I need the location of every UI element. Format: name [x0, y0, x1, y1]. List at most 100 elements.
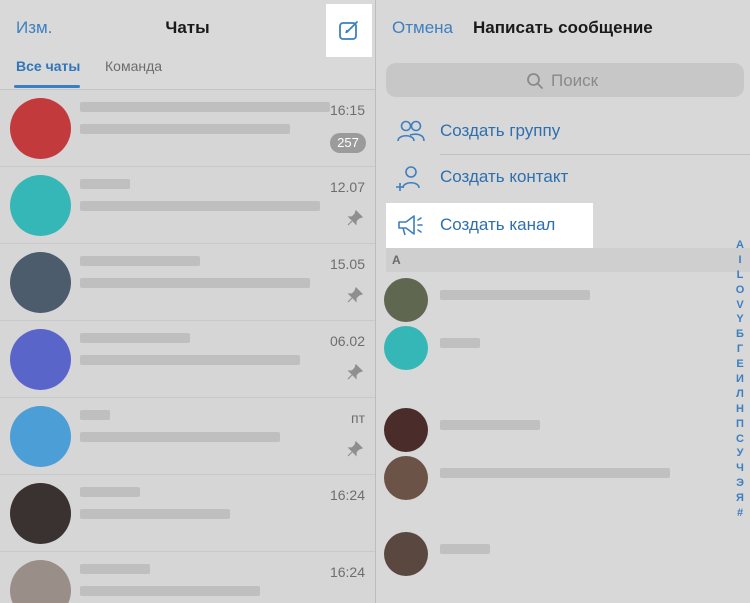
tab-all-chats[interactable]: Все чаты — [16, 58, 80, 74]
alphabet-letter[interactable]: Я — [734, 491, 746, 506]
alphabet-letter[interactable]: I — [734, 253, 746, 268]
alphabet-letter[interactable]: И — [734, 372, 746, 387]
alphabet-letter[interactable]: У — [734, 446, 746, 461]
chat-row[interactable]: 16:24 — [0, 475, 375, 552]
create-channel-label: Создать канал — [440, 215, 556, 234]
alphabet-letter[interactable]: # — [734, 506, 746, 521]
contact-row[interactable] — [376, 450, 736, 502]
group-icon — [397, 120, 425, 142]
alphabet-letter[interactable]: А — [734, 238, 746, 253]
tab-team[interactable]: Команда — [105, 58, 162, 74]
alphabet-letter[interactable]: Л — [734, 387, 746, 402]
avatar — [10, 560, 71, 603]
pin-shape — [347, 210, 363, 226]
add-contact-icon — [396, 166, 420, 191]
alphabet-letter[interactable]: Н — [734, 402, 746, 417]
alphabet-letter[interactable]: O — [734, 283, 746, 298]
contact-row[interactable] — [376, 272, 736, 324]
chat-time: 16:15 — [329, 102, 365, 118]
contact-row[interactable] — [376, 320, 736, 372]
section-header: А — [386, 248, 750, 272]
contact-name-blurred — [440, 290, 590, 300]
chat-time: 16:24 — [329, 564, 365, 580]
alphabet-letter[interactable]: Г — [734, 342, 746, 357]
chat-title-blurred — [80, 179, 130, 189]
chat-title-blurred — [80, 487, 140, 497]
chat-title-blurred — [80, 564, 150, 574]
search-placeholder: Поиск — [551, 71, 599, 90]
cancel-button[interactable]: Отмена — [392, 18, 453, 38]
chat-time: 06.02 — [329, 333, 365, 349]
new-message-title: Написать сообщение — [473, 18, 653, 37]
chat-title-blurred — [80, 256, 200, 266]
chat-row[interactable]: пт — [0, 398, 375, 475]
alphabet-letter[interactable]: Э — [734, 476, 746, 491]
search-icon — [527, 73, 543, 89]
search-input[interactable]: Поиск — [386, 63, 744, 97]
pin-shape — [347, 364, 363, 380]
alphabet-index[interactable]: А I L O V Y Б Г Е И Л Н П С У Ч Э Я # — [734, 238, 746, 521]
contact-row[interactable] — [376, 526, 736, 578]
page-title: Чаты — [165, 18, 210, 37]
chat-preview-blurred — [80, 355, 300, 365]
pin-shape — [347, 441, 363, 457]
chat-preview-blurred — [80, 124, 290, 134]
avatar — [10, 98, 71, 159]
megaphone-icon — [398, 215, 423, 236]
tab-underline — [14, 85, 80, 88]
chat-time: 12.07 — [329, 179, 365, 195]
contact-row[interactable] — [376, 402, 736, 454]
avatar — [384, 278, 428, 322]
contact-name-blurred — [440, 544, 490, 554]
avatar — [10, 483, 71, 544]
alphabet-letter[interactable]: Б — [734, 327, 746, 342]
avatar — [10, 175, 71, 236]
alphabet-letter[interactable]: Ч — [734, 461, 746, 476]
create-group-label: Создать группу — [440, 121, 561, 140]
avatar — [384, 408, 428, 452]
chat-row[interactable]: 06.02 — [0, 321, 375, 398]
contact-name-blurred — [440, 338, 480, 348]
compose-button[interactable] — [326, 4, 372, 57]
chat-row[interactable]: 15.05 — [0, 244, 375, 321]
create-group-item[interactable]: Создать группу — [376, 108, 750, 154]
create-contact-label: Создать контакт — [440, 167, 569, 186]
chat-row[interactable]: 12.07 — [0, 167, 375, 244]
chat-row[interactable]: 16:15 257 — [0, 90, 375, 167]
avatar — [10, 406, 71, 467]
chat-title-blurred — [80, 410, 110, 420]
pin-icon — [347, 287, 363, 303]
pin-icon — [347, 210, 363, 226]
alphabet-letter[interactable]: Е — [734, 357, 746, 372]
chat-preview-blurred — [80, 586, 260, 596]
alphabet-letter[interactable]: Y — [734, 312, 746, 327]
chats-header: Изм. Чаты Все чаты Команда — [0, 0, 375, 90]
chat-time: пт — [351, 410, 365, 426]
create-contact-item[interactable]: Создать контакт — [376, 154, 750, 200]
avatar — [384, 326, 428, 370]
alphabet-letter[interactable]: V — [734, 298, 746, 313]
chat-title-blurred — [80, 333, 190, 343]
avatar — [10, 329, 71, 390]
chat-time: 15.05 — [329, 256, 365, 272]
pin-icon — [347, 441, 363, 457]
chat-preview-blurred — [80, 278, 310, 288]
pin-icon — [347, 364, 363, 380]
alphabet-letter[interactable]: С — [734, 432, 746, 447]
contact-name-blurred — [440, 468, 670, 478]
chat-row[interactable]: 16:24 — [0, 552, 375, 603]
avatar — [10, 252, 71, 313]
chat-preview-blurred — [80, 201, 320, 211]
chat-time: 16:24 — [329, 487, 365, 503]
unread-badge: 257 — [330, 133, 366, 153]
avatar — [384, 456, 428, 500]
alphabet-letter[interactable]: L — [734, 268, 746, 283]
pin-shape — [347, 287, 363, 303]
alphabet-letter[interactable]: П — [734, 417, 746, 432]
create-channel-item[interactable]: Создать канал — [386, 203, 593, 248]
contact-name-blurred — [440, 420, 540, 430]
new-message-pane: Отмена Написать сообщение Поиск Создать … — [376, 0, 750, 603]
chat-preview-blurred — [80, 509, 230, 519]
chat-title-blurred — [80, 102, 330, 112]
chat-preview-blurred — [80, 432, 280, 442]
